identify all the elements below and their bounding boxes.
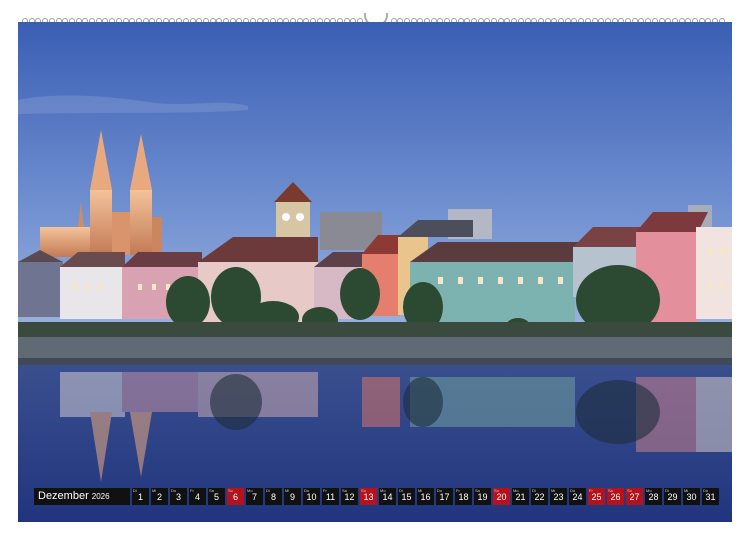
weekday-label: Mo xyxy=(380,488,386,493)
day-number: 19 xyxy=(477,492,488,502)
day-cell: Di 22 xyxy=(531,488,548,505)
day-cell: Mi 30 xyxy=(683,488,700,505)
day-number: 3 xyxy=(175,492,181,502)
month-name: Dezember xyxy=(38,490,89,502)
weekday-label: Di xyxy=(665,488,669,493)
day-cell: Mi 9 xyxy=(284,488,301,505)
day-cell: Sa 5 xyxy=(208,488,225,505)
day-cell: Mi 23 xyxy=(550,488,567,505)
day-number: 17 xyxy=(439,492,450,502)
weekday-label: Mi xyxy=(551,488,556,493)
weekday-label: So xyxy=(627,488,632,493)
day-number: 31 xyxy=(705,492,716,502)
day-cell: Mo 14 xyxy=(379,488,396,505)
day-number: 8 xyxy=(270,492,276,502)
month-label: Dezember 2026 xyxy=(34,488,130,505)
day-cell: Do 17 xyxy=(436,488,453,505)
day-number: 12 xyxy=(344,492,355,502)
weekday-label: Do xyxy=(703,488,709,493)
day-cell: Mo 28 xyxy=(645,488,662,505)
day-cell: Do 3 xyxy=(170,488,187,505)
day-number: 30 xyxy=(686,492,697,502)
day-number: 15 xyxy=(401,492,412,502)
day-cell: Sa 26 xyxy=(607,488,624,505)
day-cell: Di 8 xyxy=(265,488,282,505)
weekday-label: Fr xyxy=(456,488,460,493)
day-cell: Mi 16 xyxy=(417,488,434,505)
day-number: 13 xyxy=(363,492,374,502)
day-number: 29 xyxy=(667,492,678,502)
day-number: 4 xyxy=(194,492,200,502)
day-number: 23 xyxy=(553,492,564,502)
day-cell: Mi 2 xyxy=(151,488,168,505)
day-cell: Do 10 xyxy=(303,488,320,505)
day-number: 11 xyxy=(325,492,336,502)
day-number: 25 xyxy=(591,492,602,502)
day-number: 14 xyxy=(382,492,393,502)
day-cell: Do 31 xyxy=(702,488,719,505)
weekday-label: Fr xyxy=(589,488,593,493)
weekday-label: Sa xyxy=(608,488,613,493)
day-number: 10 xyxy=(306,492,317,502)
day-number: 16 xyxy=(420,492,431,502)
day-number: 5 xyxy=(213,492,219,502)
day-number: 1 xyxy=(137,492,143,502)
day-number: 27 xyxy=(629,492,640,502)
day-number: 6 xyxy=(232,492,238,502)
weekday-label: Mi xyxy=(418,488,423,493)
weekday-label: Mo xyxy=(646,488,652,493)
calendar-strip: Dezember 2026 Di 1 Mi 2 Do 3 Fr 4 Sa 5 So 6 Mo 7 Di 8 Mi 9… xyxy=(34,488,719,505)
day-cell: Sa 19 xyxy=(474,488,491,505)
day-cell: So 20 xyxy=(493,488,510,505)
day-number: 21 xyxy=(515,492,526,502)
weekday-label: Mi xyxy=(152,488,157,493)
day-number: 28 xyxy=(648,492,659,502)
weekday-label: Sa xyxy=(475,488,480,493)
weekday-label: Do xyxy=(171,488,177,493)
calendar-photo xyxy=(18,22,732,522)
day-cell: So 13 xyxy=(360,488,377,505)
day-number: 2 xyxy=(156,492,162,502)
day-number: 20 xyxy=(496,492,507,502)
weekday-label: Sa xyxy=(342,488,347,493)
day-number: 18 xyxy=(458,492,469,502)
weekday-label: Fr xyxy=(323,488,327,493)
weekday-label: Mi xyxy=(684,488,689,493)
weekday-label: Mo xyxy=(247,488,253,493)
day-cell: Fr 18 xyxy=(455,488,472,505)
weekday-label: Di xyxy=(399,488,403,493)
day-number: 9 xyxy=(289,492,295,502)
weekday-label: Mi xyxy=(285,488,290,493)
weekday-label: Di xyxy=(266,488,270,493)
day-cell: Di 15 xyxy=(398,488,415,505)
day-cell: Fr 11 xyxy=(322,488,339,505)
weekday-label: Fr xyxy=(190,488,194,493)
weekday-label: Di xyxy=(133,488,137,493)
day-cell: Fr 25 xyxy=(588,488,605,505)
weekday-label: So xyxy=(228,488,233,493)
day-number: 26 xyxy=(610,492,621,502)
year-label: 2026 xyxy=(91,492,110,501)
day-cell: Fr 4 xyxy=(189,488,206,505)
day-cell: Mo 21 xyxy=(512,488,529,505)
day-number: 24 xyxy=(572,492,583,502)
weekday-label: Do xyxy=(570,488,576,493)
weekday-label: Di xyxy=(532,488,536,493)
day-cell: Do 24 xyxy=(569,488,586,505)
weekday-label: Do xyxy=(437,488,443,493)
weekday-label: Mo xyxy=(513,488,519,493)
day-cell: So 6 xyxy=(227,488,244,505)
day-cell: Di 1 xyxy=(132,488,149,505)
weekday-label: So xyxy=(361,488,366,493)
weekday-label: Sa xyxy=(209,488,214,493)
day-cell: Mo 7 xyxy=(246,488,263,505)
day-number: 7 xyxy=(251,492,257,502)
weekday-label: Do xyxy=(304,488,310,493)
day-cell: Di 29 xyxy=(664,488,681,505)
day-number: 22 xyxy=(534,492,545,502)
day-cell: So 27 xyxy=(626,488,643,505)
weekday-label: So xyxy=(494,488,499,493)
day-cell: Sa 12 xyxy=(341,488,358,505)
